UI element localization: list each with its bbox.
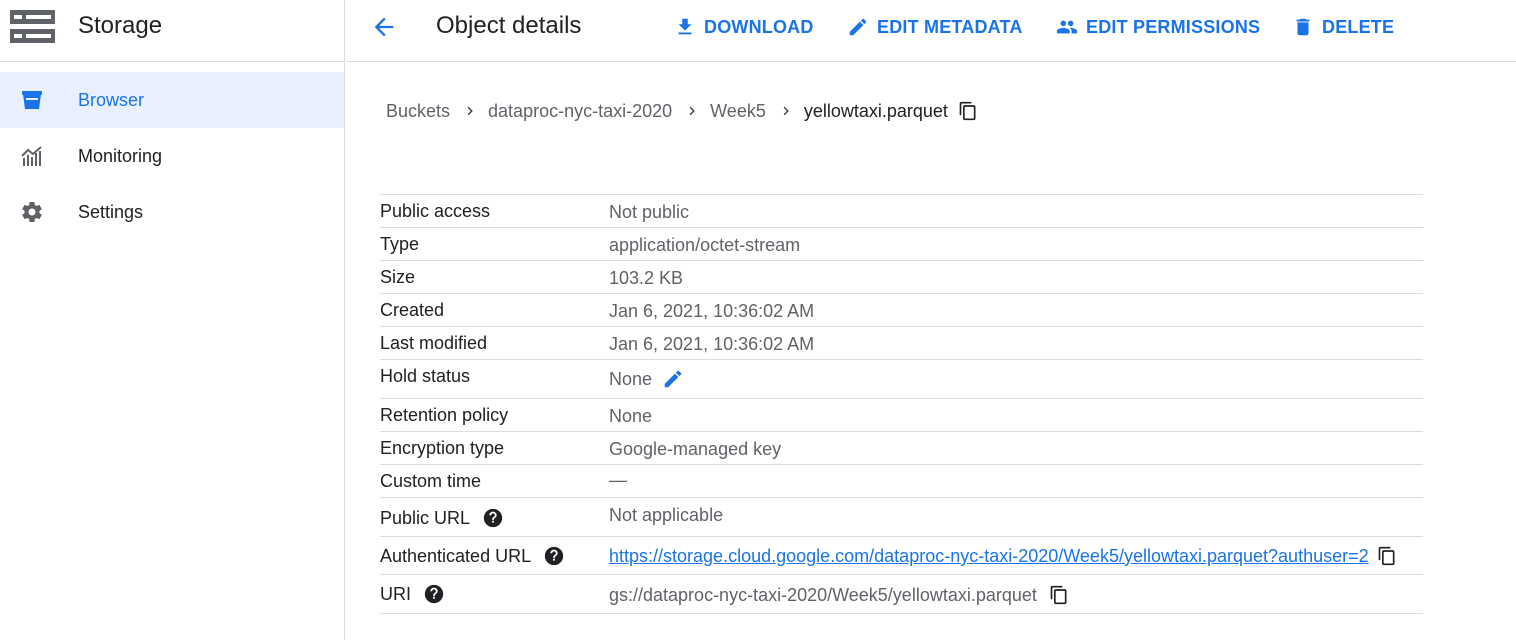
- detail-row-last-modified: Last modified Jan 6, 2021, 10:36:02 AM: [380, 327, 1423, 360]
- edit-permissions-label: EDIT PERMISSIONS: [1086, 16, 1261, 37]
- sidebar: Storage Browser Monitoring Settings: [0, 0, 345, 640]
- detail-label: Size: [380, 267, 416, 287]
- pencil-icon: [847, 16, 877, 38]
- detail-label-wrap: Authenticated URL: [380, 545, 565, 567]
- sidebar-item-monitoring[interactable]: Monitoring: [0, 128, 344, 184]
- detail-row-created: Created Jan 6, 2021, 10:36:02 AM: [380, 294, 1423, 327]
- edit-permissions-button[interactable]: EDIT PERMISSIONS: [1056, 14, 1260, 40]
- breadcrumb-buckets[interactable]: Buckets: [386, 101, 450, 122]
- breadcrumb-folder[interactable]: Week5: [710, 101, 766, 122]
- detail-row-public-url: Public URL Not applicable: [380, 498, 1423, 537]
- detail-label: URI: [380, 583, 411, 604]
- detail-label: Public URL: [380, 507, 471, 528]
- sidebar-item-label: Browser: [78, 89, 145, 110]
- detail-label-wrap: Public URL: [380, 507, 504, 529]
- help-icon[interactable]: [543, 545, 565, 567]
- object-details-table: Public access Not public Type applicatio…: [380, 194, 1423, 614]
- copy-icon[interactable]: [958, 100, 978, 122]
- top-bar: Object details DOWNLOAD EDIT METADATA ED…: [346, 0, 1516, 62]
- bucket-icon: [20, 88, 44, 112]
- detail-label: Retention policy: [380, 405, 509, 425]
- chevron-right-icon: [463, 104, 477, 118]
- breadcrumb-bucket[interactable]: dataproc-nyc-taxi-2020: [488, 101, 672, 122]
- detail-value: None: [609, 368, 653, 389]
- page-title: Object details: [436, 12, 582, 39]
- detail-value-wrap: https://storage.cloud.google.com/datapro…: [609, 545, 1397, 567]
- breadcrumb: Buckets dataproc-nyc-taxi-2020 Week5 yel…: [386, 98, 978, 124]
- detail-value: 103.2 KB: [609, 268, 684, 288]
- edit-metadata-label: EDIT METADATA: [877, 16, 1023, 37]
- people-icon: [1056, 16, 1086, 38]
- breadcrumb-object: yellowtaxi.parquet: [803, 100, 948, 121]
- detail-row-type: Type application/octet-stream: [380, 228, 1423, 261]
- detail-row-retention-policy: Retention policy None: [380, 399, 1423, 432]
- detail-row-public-access: Public access Not public: [380, 195, 1423, 228]
- sidebar-nav: Browser Monitoring Settings: [0, 72, 344, 240]
- back-arrow-icon[interactable]: [370, 13, 402, 41]
- detail-label: Public access: [380, 201, 491, 221]
- detail-value: Jan 6, 2021, 10:36:02 AM: [609, 301, 815, 321]
- product-title: Storage: [78, 12, 163, 39]
- sidebar-header: Storage: [0, 0, 344, 62]
- copy-icon[interactable]: [1377, 545, 1397, 567]
- detail-label: Custom time: [380, 471, 482, 491]
- detail-row-authenticated-url: Authenticated URL https://storage.cloud.…: [380, 537, 1423, 575]
- detail-value: gs://dataproc-nyc-taxi-2020/Week5/yellow…: [609, 584, 1037, 605]
- gear-icon: [20, 200, 44, 224]
- chevron-right-icon: [779, 104, 793, 118]
- detail-value-wrap: gs://dataproc-nyc-taxi-2020/Week5/yellow…: [609, 584, 1069, 606]
- copy-icon[interactable]: [1049, 584, 1069, 606]
- chevron-right-icon: [685, 104, 699, 118]
- storage-app: Storage Browser Monitoring Settings Obje…: [0, 0, 1516, 640]
- detail-label-wrap: URI: [380, 583, 445, 605]
- trash-icon: [1292, 16, 1322, 38]
- detail-row-custom-time: Custom time —: [380, 465, 1423, 498]
- detail-row-uri: URI gs://dataproc-nyc-taxi-2020/Week5/ye…: [380, 575, 1423, 614]
- detail-label: Created: [380, 300, 445, 320]
- detail-value: Not public: [609, 202, 690, 222]
- detail-value: Google-managed key: [609, 439, 782, 459]
- detail-row-hold-status: Hold status None: [380, 360, 1423, 399]
- download-button[interactable]: DOWNLOAD: [674, 14, 814, 40]
- detail-row-encryption-type: Encryption type Google-managed key: [380, 432, 1423, 465]
- sidebar-item-label: Monitoring: [78, 145, 163, 166]
- monitoring-icon: [20, 144, 44, 168]
- detail-value: None: [609, 406, 653, 426]
- edit-metadata-button[interactable]: EDIT METADATA: [847, 14, 1023, 40]
- detail-value: —: [609, 470, 627, 490]
- delete-label: DELETE: [1322, 16, 1395, 37]
- sidebar-item-label: Settings: [78, 201, 144, 222]
- detail-value: application/octet-stream: [609, 235, 801, 255]
- sidebar-item-browser[interactable]: Browser: [0, 72, 344, 128]
- detail-value: Jan 6, 2021, 10:36:02 AM: [609, 334, 815, 354]
- delete-button[interactable]: DELETE: [1292, 14, 1394, 40]
- detail-label: Encryption type: [380, 438, 505, 458]
- help-icon[interactable]: [423, 583, 445, 605]
- detail-label: Hold status: [380, 366, 471, 386]
- download-label: DOWNLOAD: [704, 16, 814, 37]
- pencil-icon[interactable]: [662, 368, 684, 390]
- detail-value: Not applicable: [609, 505, 724, 525]
- detail-value-wrap: None: [609, 368, 684, 390]
- help-icon[interactable]: [482, 507, 504, 529]
- detail-label: Authenticated URL: [380, 545, 532, 566]
- authenticated-url-link[interactable]: https://storage.cloud.google.com/datapro…: [609, 546, 1369, 567]
- sidebar-item-settings[interactable]: Settings: [0, 184, 344, 240]
- download-icon: [674, 16, 704, 38]
- detail-label: Last modified: [380, 333, 488, 353]
- detail-row-size: Size 103.2 KB: [380, 261, 1423, 294]
- storage-icon: [10, 10, 55, 44]
- detail-label: Type: [380, 234, 420, 254]
